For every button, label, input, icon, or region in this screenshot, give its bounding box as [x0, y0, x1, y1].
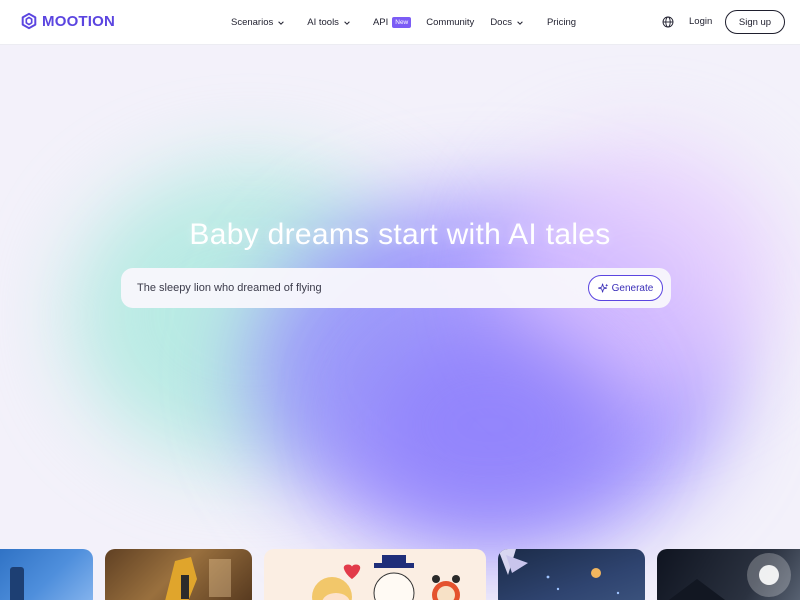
chevron-down-icon [278, 20, 285, 25]
logo-text: MOOTION [42, 12, 116, 30]
nav-pricing[interactable]: Pricing [547, 17, 576, 28]
story-prompt-bar: The sleepy lion who dreamed of flying Ge… [121, 268, 671, 308]
sign-up-button[interactable]: Sign up [725, 10, 785, 34]
nav-docs-label: Docs [490, 17, 512, 28]
nav-community[interactable]: Community [426, 17, 474, 28]
hero-gradient-background [0, 45, 800, 600]
nav-api-label: API [372, 17, 389, 28]
thumbnail-image [669, 553, 791, 600]
nav-ai-tools[interactable]: AI tools [307, 17, 351, 28]
nav-community-label: Community [426, 17, 475, 28]
nav-docs[interactable]: Docs [490, 17, 524, 28]
main-nav: Scenarios AI tools API New Community Doc… [231, 0, 576, 45]
thumbnail-image [312, 555, 460, 600]
chevron-down-icon [344, 20, 350, 25]
example-video-thumbnail[interactable] [105, 549, 252, 600]
example-video-thumbnail[interactable] [264, 549, 486, 600]
nav-ai-tools-label: AI tools [307, 17, 339, 28]
sign-up-label: Sign up [738, 16, 772, 28]
generate-label: Generate [611, 282, 654, 294]
chevron-down-icon [517, 20, 523, 25]
top-navigation-bar: MOOTION Scenarios AI tools API New Commu… [0, 0, 800, 45]
example-video-thumbnail[interactable] [657, 549, 800, 600]
login-link[interactable]: Login [689, 16, 712, 27]
thumbnail-image [10, 567, 24, 600]
nav-scenarios[interactable]: Scenarios [231, 17, 285, 28]
nav-scenarios-label: Scenarios [231, 17, 274, 28]
nav-api[interactable]: API New [372, 17, 412, 28]
generate-button[interactable]: Generate [588, 275, 663, 301]
nav-pricing-label: Pricing [546, 17, 577, 28]
mootion-logo[interactable]: MOOTION [20, 12, 115, 30]
thumbnail-image [498, 549, 620, 595]
hero-title: Baby dreams start with AI tales [189, 218, 611, 251]
gradient-blob-indigo [360, 325, 620, 525]
story-prompt-input[interactable]: The sleepy lion who dreamed of flying [137, 282, 322, 294]
example-video-thumbnail[interactable] [0, 549, 93, 600]
example-video-thumbnail[interactable] [498, 549, 645, 600]
thumbnail-image [105, 549, 252, 600]
new-badge: New [392, 17, 412, 28]
mootion-logo-icon [21, 12, 37, 30]
globe-icon[interactable] [662, 16, 674, 28]
sparkle-icon [597, 283, 608, 293]
